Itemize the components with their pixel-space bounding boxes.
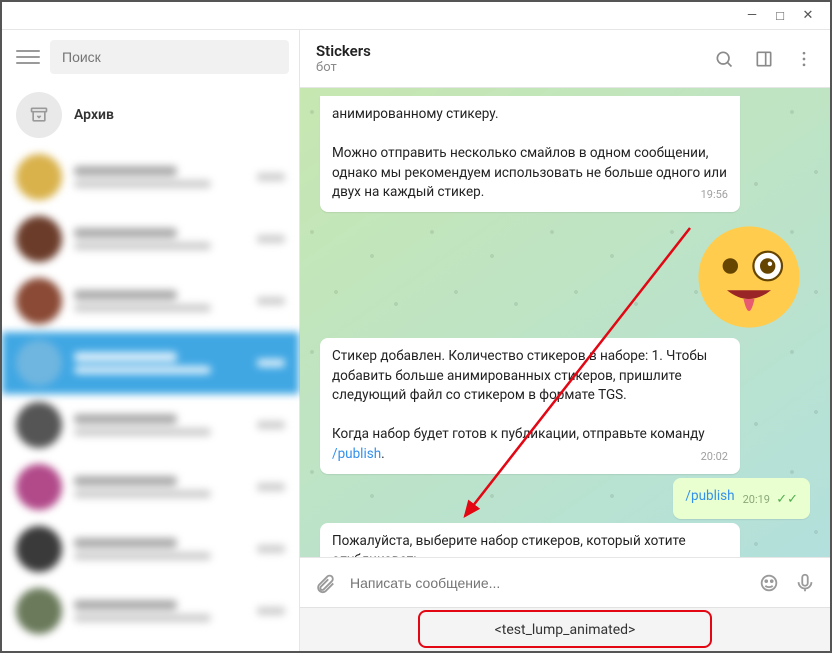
command-link[interactable]: /publish: [332, 446, 381, 462]
message-time: 20:02: [701, 445, 728, 465]
search-icon[interactable]: [714, 49, 734, 69]
quick-reply-button[interactable]: <test_lump_animated>: [300, 607, 830, 651]
chat-subtitle: бот: [316, 60, 714, 75]
message-incoming[interactable]: Пожалуйста, выберите набор стикеров, кот…: [320, 523, 740, 557]
emoji-icon[interactable]: [758, 572, 780, 594]
app-body: Архив Stickers бот: [2, 30, 830, 651]
message-incoming[interactable]: анимированному стикеру. Можно отправить …: [320, 96, 740, 212]
message-text: Пожалуйста, выберите набор стикеров, кот…: [332, 533, 686, 557]
window-minimize-button[interactable]: —: [738, 6, 766, 26]
list-item-selected[interactable]: [2, 332, 299, 394]
window-maximize-button[interactable]: □: [766, 6, 794, 26]
search-input[interactable]: [50, 40, 289, 74]
composer: [300, 557, 830, 607]
message-incoming[interactable]: Стикер добавлен. Количество стикеров в н…: [320, 338, 740, 474]
message-input[interactable]: [350, 575, 744, 591]
message-text: Можно отправить несколько смайлов в одно…: [332, 145, 727, 200]
message-time: 20:19 ✓✓: [743, 487, 798, 510]
sticker-wink-emoji[interactable]: [694, 222, 804, 332]
message-text: /publish: [685, 488, 734, 504]
sidebar-top: [2, 30, 299, 84]
chat-pane[interactable]: анимированному стикеру. Можно отправить …: [300, 88, 830, 557]
menu-icon[interactable]: [16, 45, 40, 69]
list-item[interactable]: [2, 456, 299, 518]
list-item[interactable]: [2, 394, 299, 456]
main-panel: Stickers бот: [300, 30, 830, 651]
kebab-menu-icon[interactable]: [794, 49, 814, 69]
window-titlebar: — □ ✕: [2, 2, 830, 30]
message-text: анимированному стикеру.: [332, 106, 499, 122]
message-text: Стикер добавлен. Количество стикеров в н…: [332, 348, 707, 403]
chat-header: Stickers бот: [300, 30, 830, 88]
archive-label: Архив: [74, 107, 114, 123]
window-close-button[interactable]: ✕: [794, 6, 822, 26]
app-window: — □ ✕ Архив: [0, 0, 832, 653]
message-time: 19:56: [701, 183, 728, 203]
attach-icon[interactable]: [314, 572, 336, 594]
read-checks-icon: ✓✓: [773, 492, 798, 507]
sidebar: Архив: [2, 30, 300, 651]
message-list: анимированному стикеру. Можно отправить …: [300, 88, 830, 557]
list-item[interactable]: [2, 270, 299, 332]
side-panel-icon[interactable]: [754, 49, 774, 69]
list-item[interactable]: [2, 518, 299, 580]
list-item[interactable]: [2, 146, 299, 208]
message-text: Когда набор будет готов к публикации, от…: [332, 426, 705, 442]
chat-title[interactable]: Stickers: [316, 42, 714, 60]
message-outgoing[interactable]: /publish 20:19 ✓✓: [673, 478, 810, 519]
archive-icon: [16, 92, 62, 138]
list-item[interactable]: [2, 580, 299, 642]
chat-list[interactable]: [2, 146, 299, 651]
message-text: .: [381, 446, 385, 462]
quick-reply-label: <test_lump_animated>: [495, 622, 636, 638]
archive-row[interactable]: Архив: [2, 84, 299, 146]
microphone-icon[interactable]: [794, 572, 816, 594]
list-item[interactable]: [2, 208, 299, 270]
message-time: 20:19: [701, 551, 728, 557]
